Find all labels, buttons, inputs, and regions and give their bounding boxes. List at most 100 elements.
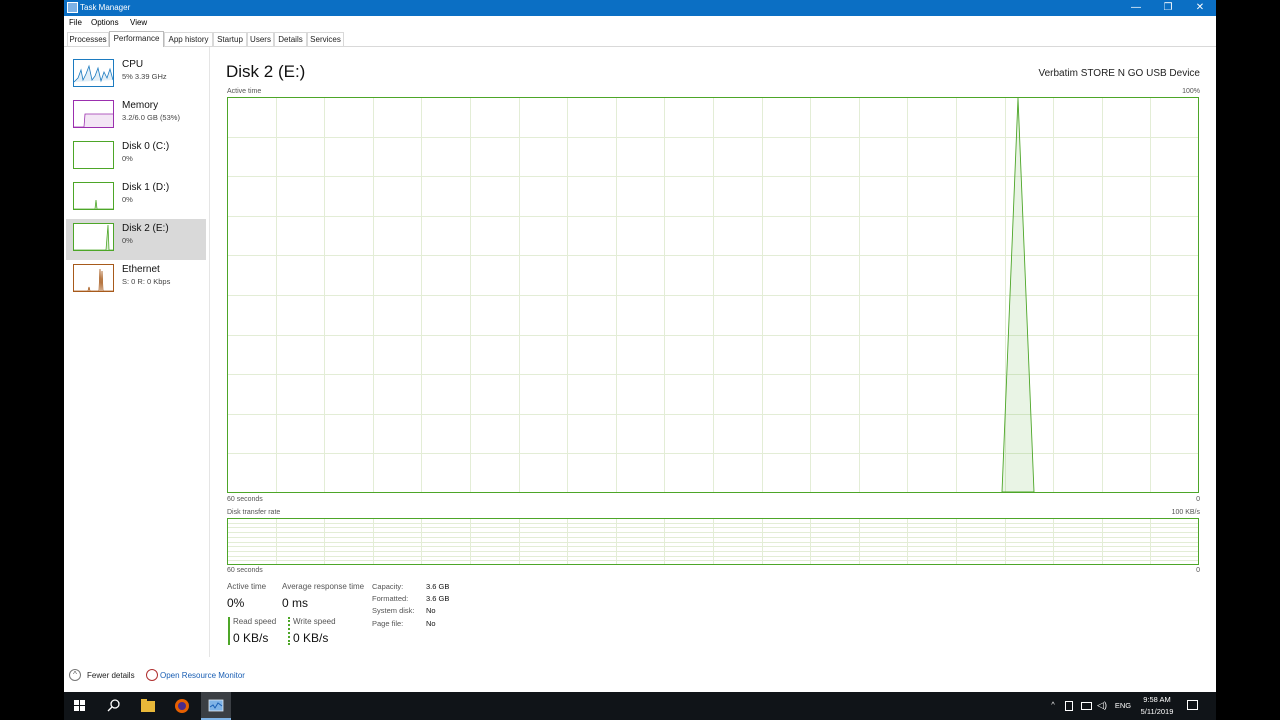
start-button[interactable] — [65, 692, 95, 720]
folder-icon — [141, 699, 155, 712]
system-disk-value: No — [426, 606, 436, 615]
clock-time[interactable]: 9:58 AM — [1136, 695, 1178, 704]
search-icon — [107, 699, 120, 712]
sidebar-item-label: Memory — [122, 100, 159, 111]
task-manager-window: Task Manager — ❐ ✕ File Options View Pro… — [64, 0, 1216, 692]
title-bar[interactable]: Task Manager — ❐ ✕ — [64, 0, 1216, 16]
sidebar-item-cpu[interactable]: CPU 5% 3.39 GHz — [66, 55, 206, 96]
sidebar-item-label: Disk 0 (C:) — [122, 141, 170, 152]
close-button[interactable]: ✕ — [1184, 0, 1216, 16]
disk-2-thumbnail-graph — [73, 223, 114, 251]
sidebar-item-disk-2[interactable]: Disk 2 (E:) 0% — [66, 219, 206, 260]
graph-grid — [227, 518, 1199, 565]
sidebar-item-label: Disk 1 (D:) — [122, 182, 170, 193]
sidebar-item-disk-0[interactable]: Disk 0 (C:) 0% — [66, 137, 206, 178]
tab-processes[interactable]: Processes — [67, 32, 109, 46]
fewer-details-link[interactable]: Fewer details — [87, 671, 135, 680]
active-time-min-label: 0 — [1196, 496, 1200, 503]
resource-sidebar: CPU 5% 3.39 GHz Memory 3.2/6.0 GB (53%) … — [64, 47, 210, 657]
active-time-max-label: 100% — [1182, 88, 1200, 95]
sidebar-item-label: Ethernet — [122, 264, 160, 275]
sidebar-item-sublabel: 5% 3.39 GHz — [122, 72, 167, 81]
transfer-rate-max-label: 100 KB/s — [1171, 509, 1200, 516]
graph-grid — [227, 97, 1199, 493]
sidebar-item-label: Disk 2 (E:) — [122, 223, 169, 234]
network-icon[interactable] — [1081, 702, 1092, 710]
menu-options[interactable]: Options — [91, 18, 119, 28]
task-manager-icon — [208, 699, 224, 712]
minimize-button[interactable]: — — [1120, 0, 1152, 16]
memory-thumbnail-graph — [73, 100, 114, 128]
tab-app-history[interactable]: App history — [164, 32, 213, 46]
capacity-value: 3.6 GB — [426, 582, 450, 591]
avg-response-stat-value: 0 ms — [282, 596, 309, 610]
ethernet-thumbnail-graph — [73, 264, 114, 292]
page-title: Disk 2 (E:) — [226, 62, 306, 81]
task-manager-icon — [67, 2, 78, 13]
read-speed-label: Read speed — [233, 617, 277, 626]
notification-app-icon[interactable] — [1065, 701, 1073, 711]
sidebar-item-disk-1[interactable]: Disk 1 (D:) 0% — [66, 178, 206, 219]
disk-0-thumbnail-graph — [73, 141, 114, 169]
footer-bar: ^ Fewer details Open Resource Monitor — [64, 667, 1216, 685]
transfer-rate-duration-label: 60 seconds — [227, 567, 263, 574]
tab-startup[interactable]: Startup — [213, 32, 247, 46]
active-time-stat-value: 0% — [227, 596, 245, 610]
transfer-rate-graph-label: Disk transfer rate — [227, 509, 281, 516]
sidebar-item-sublabel: 0% — [122, 154, 133, 163]
firefox-taskbar-button[interactable] — [167, 692, 197, 720]
transfer-rate-min-label: 0 — [1196, 567, 1200, 574]
open-resource-monitor-link[interactable]: Open Resource Monitor — [160, 671, 245, 680]
resource-monitor-icon[interactable] — [146, 669, 158, 681]
language-indicator[interactable]: ENG — [1112, 701, 1134, 710]
read-speed-indicator — [228, 617, 230, 645]
avg-response-stat-label: Average response time — [282, 582, 365, 591]
write-speed-label: Write speed — [293, 617, 336, 626]
sidebar-item-label: CPU — [122, 59, 144, 70]
sidebar-item-sublabel: 3.2/6.0 GB (53%) — [122, 113, 180, 122]
active-time-graph-label: Active time — [227, 88, 262, 95]
tab-details[interactable]: Details — [274, 32, 307, 46]
volume-icon[interactable]: ◁) — [1096, 700, 1108, 711]
active-time-stat-label: Active time — [227, 582, 267, 591]
write-speed-indicator — [288, 617, 290, 645]
sidebar-item-sublabel: S: 0 R: 0 Kbps — [122, 277, 171, 286]
page-file-label: Page file: — [372, 619, 404, 628]
menu-file[interactable]: File — [69, 18, 82, 28]
sidebar-item-sublabel: 0% — [122, 236, 133, 245]
tab-strip: Processes Performance App history Startu… — [64, 31, 1216, 47]
active-time-graph — [227, 97, 1199, 493]
write-speed-value: 0 KB/s — [293, 631, 329, 645]
windows-logo-icon — [74, 700, 85, 711]
file-explorer-taskbar-button[interactable] — [133, 692, 163, 720]
cpu-thumbnail-graph — [73, 59, 114, 87]
chevron-up-icon[interactable]: ^ — [69, 669, 81, 681]
capacity-label: Capacity: — [372, 582, 404, 591]
active-time-duration-label: 60 seconds — [227, 496, 263, 503]
read-speed-value: 0 KB/s — [233, 631, 269, 645]
restore-button[interactable]: ❐ — [1152, 0, 1184, 16]
sidebar-item-sublabel: 0% — [122, 195, 133, 204]
task-manager-taskbar-button[interactable] — [201, 692, 231, 720]
window-title: Task Manager — [80, 3, 131, 12]
sidebar-item-memory[interactable]: Memory 3.2/6.0 GB (53%) — [66, 96, 206, 137]
menu-view[interactable]: View — [130, 18, 147, 28]
disk-1-thumbnail-graph — [73, 182, 114, 210]
tab-services[interactable]: Services — [307, 32, 344, 46]
page-file-value: No — [426, 619, 436, 628]
chevron-up-icon[interactable]: ^ — [1048, 700, 1058, 709]
formatted-label: Formatted: — [372, 594, 409, 603]
taskbar: ^ ◁) ENG 9:58 AM 5/11/2019 — [64, 692, 1216, 720]
tab-performance[interactable]: Performance — [109, 31, 164, 47]
action-center-icon[interactable] — [1187, 700, 1198, 710]
clock-date[interactable]: 5/11/2019 — [1136, 707, 1178, 716]
formatted-value: 3.6 GB — [426, 594, 450, 603]
system-disk-label: System disk: — [372, 606, 415, 615]
firefox-icon — [175, 699, 189, 713]
menu-bar: File Options View — [64, 16, 1216, 30]
sidebar-item-ethernet[interactable]: Ethernet S: 0 R: 0 Kbps — [66, 260, 206, 301]
search-button[interactable] — [99, 692, 129, 720]
tab-users[interactable]: Users — [247, 32, 274, 46]
transfer-rate-graph — [227, 518, 1199, 565]
device-name: Verbatim STORE N GO USB Device — [1038, 68, 1200, 79]
